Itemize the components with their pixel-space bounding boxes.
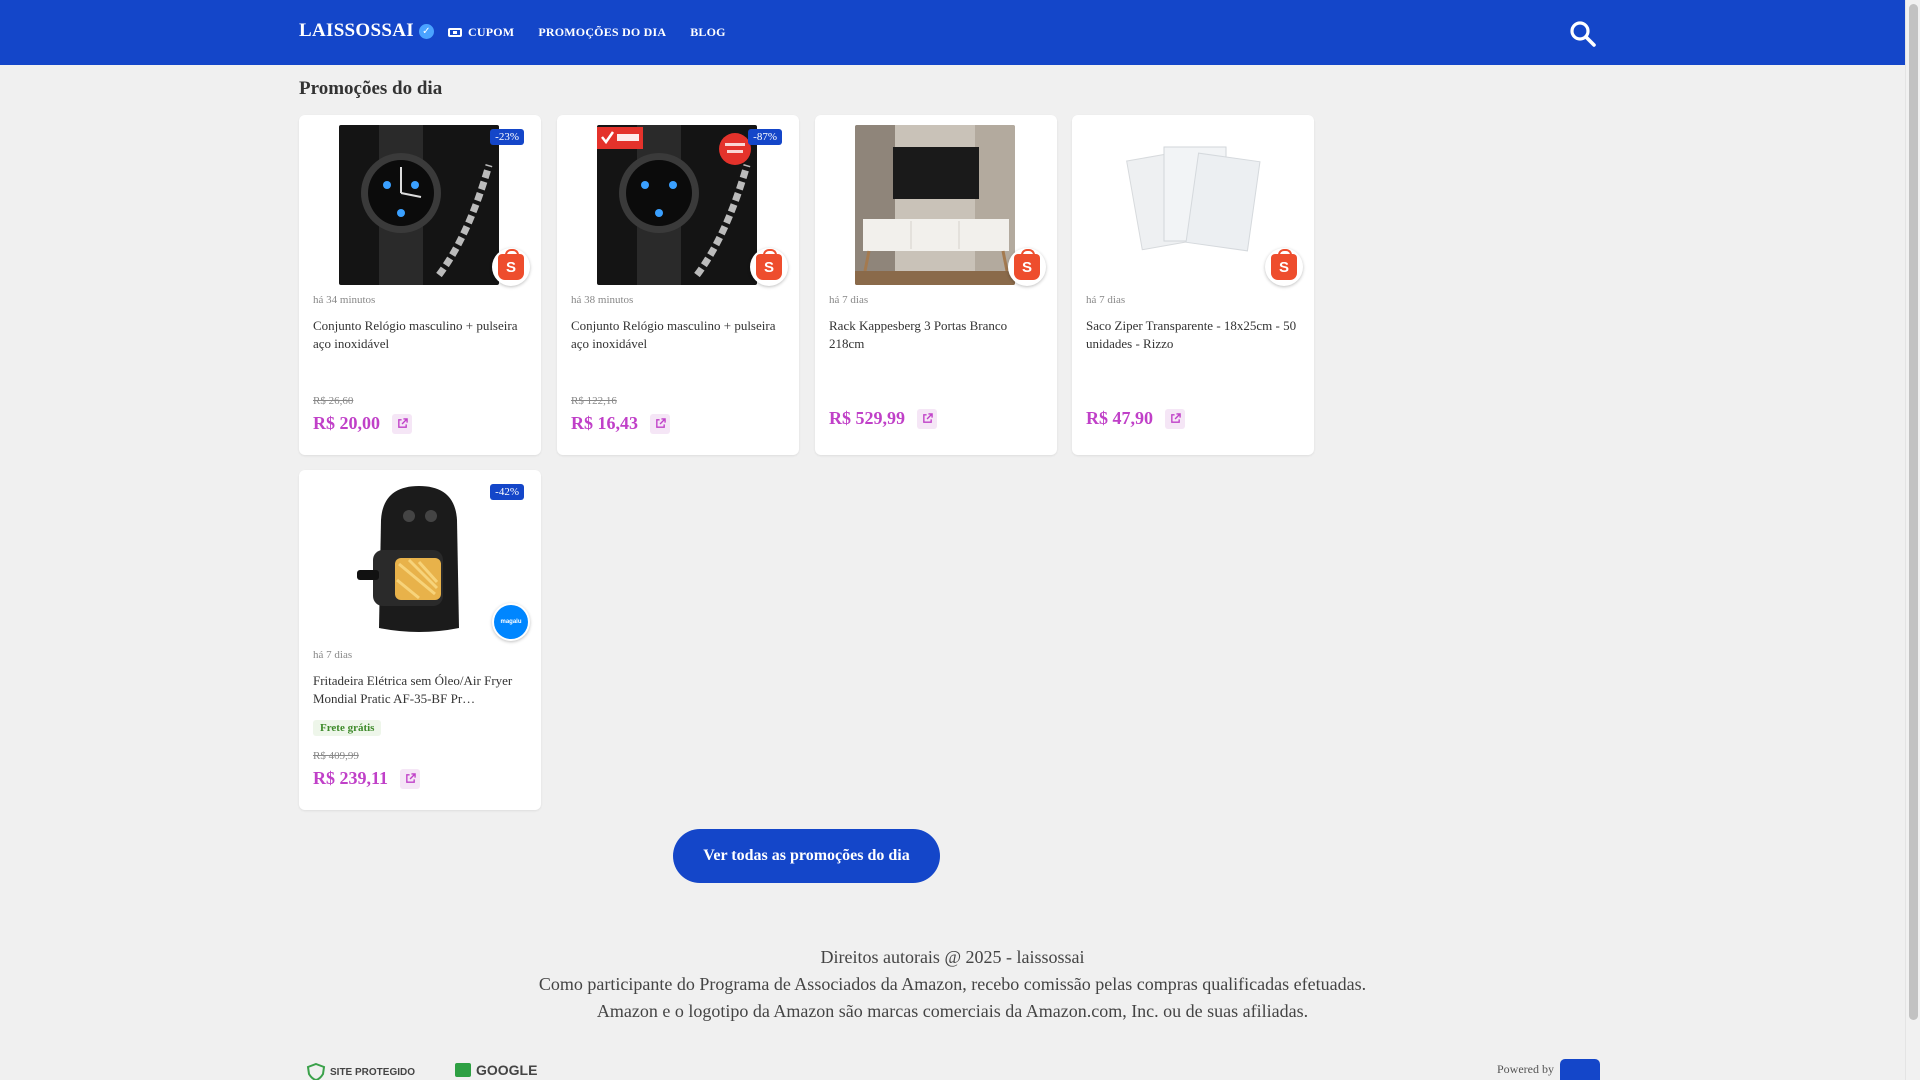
product-card[interactable]: -42% magalu há 7 dias Fritadeira Elétric… xyxy=(299,470,541,810)
product-image xyxy=(597,125,757,285)
shield-icon xyxy=(306,1063,326,1080)
search-icon xyxy=(1570,21,1596,47)
brand-logo[interactable]: LAISSOSSAI ✓ xyxy=(299,20,434,42)
product-title[interactable]: Fritadeira Elétrica sem Óleo/Air Fryer M… xyxy=(313,672,529,708)
store-shopee-icon: S xyxy=(750,248,788,286)
external-link-icon[interactable] xyxy=(917,408,937,429)
price-row: R$ 529,99 xyxy=(829,408,937,429)
product-card[interactable]: S há 7 dias Rack Kappesberg 3 Portas Bra… xyxy=(815,115,1057,455)
store-shopee-icon: S xyxy=(1008,248,1046,286)
google-safe-seal[interactable]: GOOGLE xyxy=(455,1062,537,1078)
external-link-icon[interactable] xyxy=(1165,408,1185,429)
brand-name: LAISSOSSAI xyxy=(299,20,414,41)
shopee-logo-icon: S xyxy=(1014,249,1040,280)
posted-time: há 7 dias xyxy=(313,649,353,661)
external-link-icon[interactable] xyxy=(400,768,421,789)
product-title[interactable]: Saco Ziper Transparente - 18x25cm - 50 u… xyxy=(1086,317,1302,353)
seal-label: GOOGLE xyxy=(476,1062,538,1078)
ticket-icon xyxy=(448,28,462,37)
seal-label: SITE PROTEGIDO xyxy=(330,1066,416,1078)
posted-time: há 7 dias xyxy=(1086,294,1126,306)
top-navbar: LAISSOSSAI ✓ CUPOM PROMOÇÕES DO DIA BLOG xyxy=(0,0,1905,65)
product-card[interactable]: -87% S há 38 minutos Conjunto Relógio ma… xyxy=(557,115,799,455)
external-link-icon[interactable] xyxy=(650,413,670,434)
product-card[interactable]: S há 7 dias Saco Ziper Transparente - 18… xyxy=(1072,115,1314,455)
verified-badge-icon: ✓ xyxy=(418,23,434,39)
posted-time: há 7 dias xyxy=(829,294,869,306)
discount-badge: -23% xyxy=(490,129,524,145)
posted-time: há 34 minutos xyxy=(313,294,376,306)
product-image xyxy=(339,480,499,640)
posted-time: há 38 minutos xyxy=(571,294,634,306)
view-all-promotions-button[interactable]: Ver todas as promoções do dia xyxy=(673,829,940,883)
product-image xyxy=(855,125,1015,285)
main-nav: CUPOM PROMOÇÕES DO DIA BLOG xyxy=(448,25,726,40)
product-image xyxy=(339,125,499,285)
platform-logo-icon xyxy=(1560,1059,1600,1080)
nav-link-label: CUPOM xyxy=(468,25,515,39)
old-price: R$ 122,16 xyxy=(571,395,617,407)
current-price: R$ 239,11 xyxy=(313,768,389,788)
google-seal-icon xyxy=(455,1063,471,1077)
price-row: R$ 47,90 xyxy=(1086,408,1185,429)
product-card[interactable]: -23% S há 34 minutos Conjunto Relógio ma… xyxy=(299,115,541,455)
section-title: Promoções do dia xyxy=(299,78,443,99)
store-shopee-icon: S xyxy=(492,248,530,286)
store-shopee-icon: S xyxy=(1265,248,1303,286)
powered-by[interactable]: Powered by xyxy=(1497,1059,1600,1080)
product-title[interactable]: Conjunto Relógio masculino + pulseira aç… xyxy=(571,317,787,353)
store-magalu-icon: magalu xyxy=(492,603,530,641)
scrollbar-thumb[interactable] xyxy=(1909,4,1918,1020)
nav-link-promocoes[interactable]: PROMOÇÕES DO DIA xyxy=(538,25,666,40)
current-price: R$ 47,90 xyxy=(1086,408,1153,428)
site-protected-seal[interactable]: SITE PROTEGIDO xyxy=(306,1063,415,1080)
product-title[interactable]: Rack Kappesberg 3 Portas Branco 218cm xyxy=(829,317,1045,353)
vertical-scrollbar[interactable] xyxy=(1905,0,1920,1080)
footer-trademark-note: Amazon e o logotipo da Amazon são marcas… xyxy=(596,1001,1309,1021)
footer-affiliate-note: Como participante do Programa de Associa… xyxy=(538,974,1367,994)
price-row: R$ 16,43 xyxy=(571,413,670,434)
nav-link-cupom[interactable]: CUPOM xyxy=(448,25,514,40)
price-row: R$ 20,00 xyxy=(313,413,412,434)
current-price: R$ 529,99 xyxy=(829,408,905,428)
current-price: R$ 20,00 xyxy=(313,413,380,433)
nav-link-label: PROMOÇÕES DO DIA xyxy=(538,25,667,39)
price-row: R$ 239,11 xyxy=(313,768,421,789)
magalu-logo-icon: magalu xyxy=(494,605,528,639)
shopee-logo-icon: S xyxy=(756,249,782,280)
old-price: R$ 26,60 xyxy=(313,395,354,407)
shopee-logo-icon: S xyxy=(498,249,524,280)
old-price: R$ 409,99 xyxy=(313,750,359,762)
product-title[interactable]: Conjunto Relógio masculino + pulseira aç… xyxy=(313,317,529,353)
footer: Direitos autorais @ 2025 - laissossai Co… xyxy=(0,944,1905,1025)
footer-copyright: Direitos autorais @ 2025 - laissossai xyxy=(820,947,1085,967)
free-shipping-badge: Frete grátis xyxy=(313,720,382,736)
current-price: R$ 16,43 xyxy=(571,413,638,433)
discount-badge: -87% xyxy=(748,129,782,145)
product-image xyxy=(1112,125,1272,285)
nav-link-label: BLOG xyxy=(690,25,726,39)
external-link-icon[interactable] xyxy=(392,413,412,434)
powered-by-label: Powered by xyxy=(1497,1062,1554,1076)
discount-badge: -42% xyxy=(490,484,524,500)
shopee-logo-icon: S xyxy=(1271,249,1297,280)
search-button[interactable] xyxy=(1568,19,1598,49)
nav-link-blog[interactable]: BLOG xyxy=(690,25,725,40)
